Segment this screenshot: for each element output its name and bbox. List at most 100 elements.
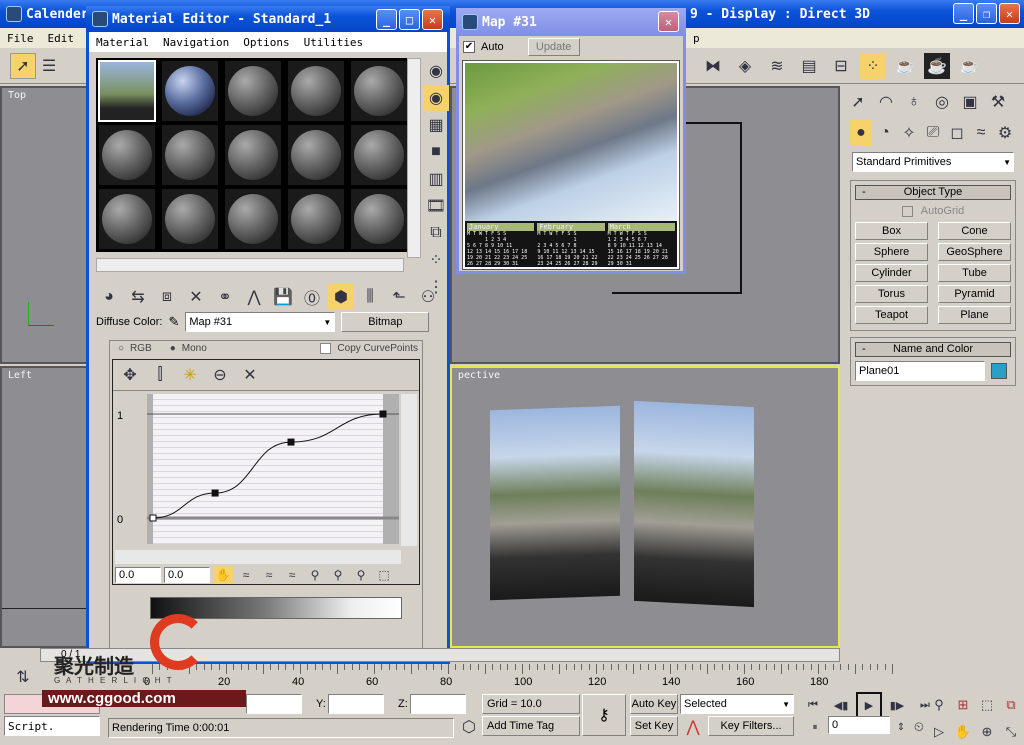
add-time-tag-button[interactable]: Add Time Tag xyxy=(482,716,580,736)
hierarchy-tab-icon[interactable]: ♁ xyxy=(901,89,927,115)
plane-button[interactable]: Plane xyxy=(938,306,1011,324)
align-icon[interactable]: ◈ xyxy=(732,53,758,79)
object-type-header[interactable]: - Object Type xyxy=(855,185,1011,200)
map-name-dropdown[interactable]: Map #31 ▼ xyxy=(185,312,336,332)
curve-point[interactable] xyxy=(379,410,387,418)
delete-icon[interactable]: ✕ xyxy=(183,284,209,310)
arc-rotate-icon[interactable]: ⊕ xyxy=(976,719,998,745)
previous-frame-icon[interactable]: ◀▮ xyxy=(828,692,854,718)
quick-render-icon[interactable]: ☕ xyxy=(956,53,982,79)
make-preview-icon[interactable]: 🎞 xyxy=(423,193,449,219)
sample-slot[interactable] xyxy=(350,188,408,250)
rgb-radio[interactable]: ○ xyxy=(118,343,124,354)
curve-x-input[interactable]: 0.0 xyxy=(115,567,161,583)
curve-y-input[interactable]: 0.0 xyxy=(164,567,210,583)
time-slider[interactable]: 0 / 1 xyxy=(40,648,840,662)
autogrid-row[interactable]: AutoGrid xyxy=(855,205,1011,217)
helpers-icon[interactable]: ◻ xyxy=(946,120,968,146)
curve-editor-mini-icon[interactable]: ⇅ xyxy=(10,664,36,690)
material-effects-channel-icon[interactable]: ⓪ xyxy=(299,284,325,310)
sample-slot[interactable] xyxy=(98,188,156,250)
auto-key-button[interactable]: Auto Key xyxy=(630,694,678,714)
geometry-icon[interactable]: ● xyxy=(850,120,872,146)
zoom-vertical-icon[interactable]: ⚲ xyxy=(328,566,348,584)
sample-slot[interactable] xyxy=(350,60,408,122)
map-close-button[interactable]: ✕ xyxy=(658,11,679,32)
close-button[interactable]: ✕ xyxy=(999,3,1020,24)
restore-button[interactable]: ❐ xyxy=(976,3,997,24)
x-coord-field[interactable] xyxy=(246,694,302,714)
me-menu-navigation[interactable]: Navigation xyxy=(163,36,229,49)
track-bar[interactable]: 0 20 40 60 80 100 120 140 160 180 xyxy=(40,662,893,692)
background-checker-icon[interactable]: ▦ xyxy=(423,112,449,138)
mono-radio[interactable]: ● xyxy=(170,343,176,354)
curve-vscroll[interactable] xyxy=(401,394,417,546)
sphere-button[interactable]: Sphere xyxy=(855,243,928,261)
name-color-header[interactable]: - Name and Color xyxy=(855,342,1011,357)
me-maximize-button[interactable]: □ xyxy=(399,9,420,30)
script-input[interactable]: Script. xyxy=(4,716,100,736)
viewport-top-label[interactable]: Top xyxy=(8,90,26,101)
minimize-button[interactable]: _ xyxy=(953,3,974,24)
sample-uv-tiling-icon[interactable]: ■ xyxy=(423,139,449,165)
curve-point[interactable] xyxy=(287,438,295,446)
teapot-button[interactable]: Teapot xyxy=(855,306,928,324)
key-mode-toggle-icon[interactable]: ⏸ xyxy=(802,714,828,740)
geosphere-button[interactable]: GeoSphere xyxy=(938,243,1011,261)
reset-curve-icon[interactable]: ⊖ xyxy=(207,362,233,388)
backlight-icon[interactable]: ◉ xyxy=(423,85,449,111)
video-color-check-icon[interactable]: ▥ xyxy=(423,166,449,192)
current-frame-input[interactable]: 0 xyxy=(828,716,890,734)
save-icon[interactable]: 💾 xyxy=(270,284,296,310)
modify-tab-icon[interactable]: ◠ xyxy=(873,89,899,115)
cone-button[interactable]: Cone xyxy=(938,222,1011,240)
go-forward-sibling-icon[interactable]: ⚇ xyxy=(415,284,441,310)
assign-material-icon[interactable]: ⧈ xyxy=(154,284,180,310)
sample-slot[interactable] xyxy=(161,60,219,122)
torus-button[interactable]: Torus xyxy=(855,285,928,303)
zoom-horizontal-icon[interactable]: ⚲ xyxy=(305,566,325,584)
viewport-left-label[interactable]: Left xyxy=(8,370,32,381)
zoom-icon[interactable]: ⚲ xyxy=(351,566,371,584)
utilities-tab-icon[interactable]: ⚒ xyxy=(985,89,1011,115)
sample-slot[interactable] xyxy=(224,188,282,250)
key-filters-button[interactable]: Key Filters... xyxy=(708,716,794,736)
sample-slot[interactable] xyxy=(98,124,156,186)
delete-point-icon[interactable]: ✕ xyxy=(237,362,263,388)
select-arrow-icon[interactable]: ➚ xyxy=(10,52,36,79)
curve-editor-icon[interactable]: ▤ xyxy=(796,53,822,79)
select-by-name-icon[interactable]: ☰ xyxy=(36,53,62,79)
zoom-all-icon[interactable]: ⊞ xyxy=(952,692,974,718)
me-minimize-button[interactable]: _ xyxy=(376,9,397,30)
sample-slot[interactable] xyxy=(287,188,345,250)
maximize-viewport-icon[interactable]: ⤡ xyxy=(1000,719,1022,745)
me-close-button[interactable]: ✕ xyxy=(422,9,443,30)
curve-hscroll[interactable] xyxy=(115,550,401,564)
pan-view-icon[interactable]: ✋ xyxy=(952,719,974,745)
copy-curvepoints-checkbox[interactable] xyxy=(320,342,332,354)
lock-selection-icon[interactable]: ⬡ xyxy=(456,714,482,740)
show-map-in-viewport-icon[interactable]: ⬢ xyxy=(328,284,354,310)
viewport-perspective[interactable]: pective xyxy=(450,366,840,648)
sample-type-icon[interactable]: ◉ xyxy=(423,58,449,84)
cylinder-button[interactable]: Cylinder xyxy=(855,264,928,282)
pyramid-button[interactable]: Pyramid xyxy=(938,285,1011,303)
sample-slot[interactable] xyxy=(161,188,219,250)
make-unique-icon[interactable]: ⚭ xyxy=(212,284,238,310)
set-key-button[interactable]: Set Key xyxy=(630,716,678,736)
schematic-view-icon[interactable]: ⊟ xyxy=(828,53,854,79)
spacewarps-icon[interactable]: ≈ xyxy=(970,120,992,146)
object-color-swatch[interactable] xyxy=(991,363,1007,379)
insert-point-icon[interactable]: ✳ xyxy=(177,362,203,388)
get-material-icon[interactable]: ◕ xyxy=(96,284,122,310)
auto-checkbox[interactable]: ✔ xyxy=(463,41,475,53)
zoom-extents-all-icon[interactable]: ⧉ xyxy=(1000,692,1022,718)
eyedropper-icon[interactable]: ✎ xyxy=(168,314,179,330)
map-type-button[interactable]: Bitmap xyxy=(341,312,430,332)
sample-vscroll[interactable] xyxy=(407,58,421,258)
me-menu-utilities[interactable]: Utilities xyxy=(304,36,364,49)
category-dropdown[interactable]: Standard Primitives ▼ xyxy=(852,152,1014,172)
curve-point[interactable] xyxy=(149,514,157,522)
sample-slot[interactable] xyxy=(287,124,345,186)
systems-icon[interactable]: ⚙ xyxy=(994,120,1016,146)
